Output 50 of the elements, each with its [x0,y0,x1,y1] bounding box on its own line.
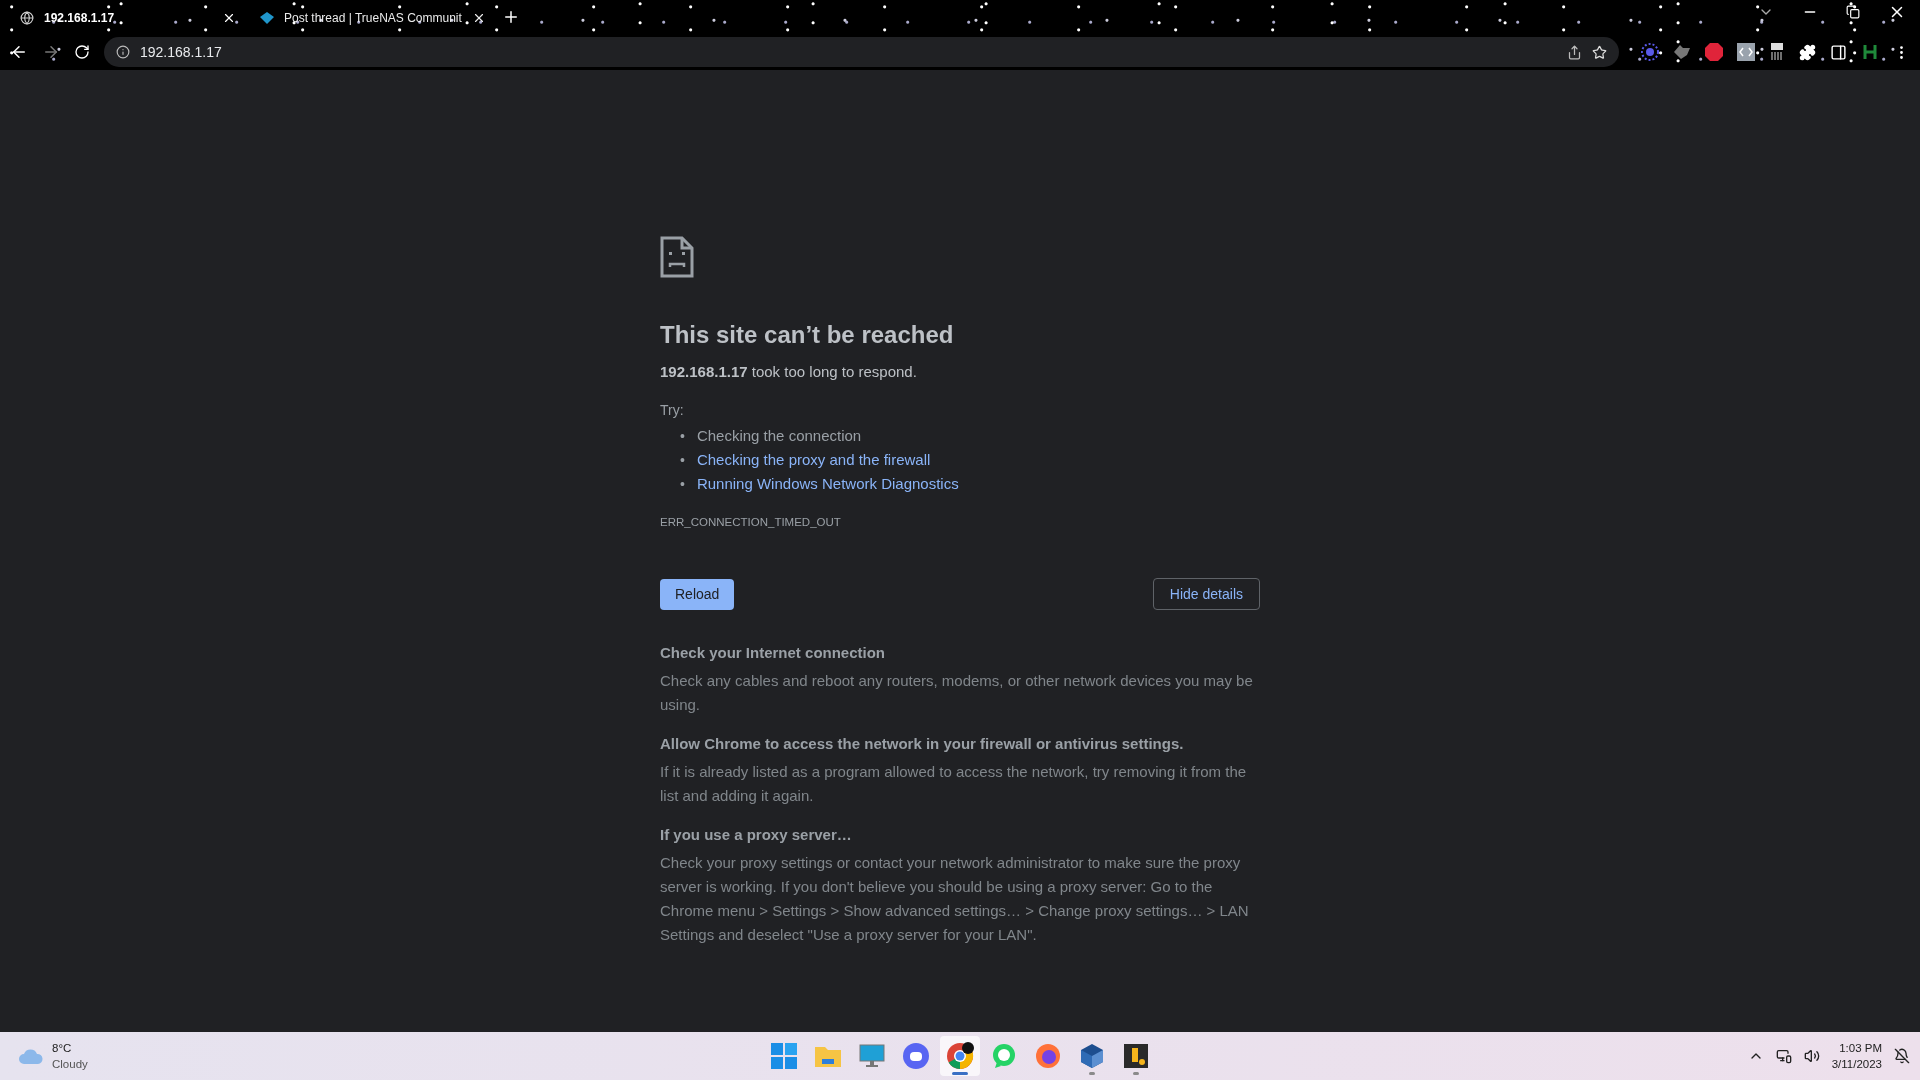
share-icon[interactable] [1567,44,1582,60]
details-heading: Allow Chrome to access the network in your firewall or antivirus settings. [660,735,1185,752]
reload-button[interactable]: Reload [660,578,735,610]
error-message: 192.168.1.17 took too long to respond. [660,363,918,380]
browser-tab[interactable]: Post thread | TrueNAS Communit [248,4,498,34]
hide-details-button[interactable]: Hide details [1152,578,1260,610]
forward-icon[interactable] [42,43,60,61]
diamond-logo-icon [260,12,274,24]
octagon-icon[interactable] [1705,43,1723,61]
restore-icon[interactable] [1846,5,1860,19]
wolf-head-icon[interactable] [1673,44,1691,60]
reload-icon[interactable] [74,44,90,60]
chrome-icon[interactable] [940,1036,980,1076]
address-bar[interactable]: 192.168.1.17 [104,37,1619,67]
sad-page-icon [660,236,694,278]
bullet: • [680,451,685,470]
suggestion-link[interactable]: Checking the proxy and the firewall [696,448,931,472]
tab-title: Post thread | TrueNAS Communit [284,11,462,25]
bullet: • [680,475,685,494]
letter-h-icon[interactable] [1861,44,1879,60]
info-icon [116,45,130,59]
network-icon[interactable] [1775,1048,1792,1064]
try-label: Try: [660,402,685,418]
cloud-icon [18,1047,44,1065]
close-tab-icon[interactable] [222,11,236,25]
side-panel-icon[interactable] [1830,43,1847,61]
shredder-icon[interactable] [1769,43,1785,61]
tab-title: 192.168.1.17 [44,11,116,25]
notification-bell-icon[interactable] [1894,1048,1910,1064]
extensions-icon[interactable] [1799,43,1816,61]
suggestion-text: Checking the connection [696,426,862,446]
details-heading: Check your Internet connection [660,644,887,661]
error-code: ERR_CONNECTION_TIMED_OUT [660,516,842,528]
browser-tab[interactable]: 192.168.1.17 [8,4,248,34]
clock[interactable]: 1:03 PM 3/11/2023 [1831,1040,1882,1072]
sunburst-icon[interactable] [1641,43,1659,61]
details-text: Check your proxy settings or contact your network administrator to make sure the proxy server is working. If you don't believe you should be using a proxy server: Go to the Chrome menu > Settings > Show advanced settings… > Change proxy settings… > LAN Settings and deselect "Use a proxy server for your LAN". [660,853,1250,945]
details-text: Check any cables and reboot any routers, modems, or other network devices you may be using. [660,671,1254,715]
details-heading: If you use a proxy server… [660,826,853,843]
details-text: If it is already listed as a program allowed to access the network, try removing it from the list and adding it again. [660,762,1248,806]
weather-condition: Cloudy [52,1057,88,1072]
temperature-text: 8°C [52,1041,73,1056]
globe-icon [20,11,34,25]
back-icon[interactable] [10,43,28,61]
url-text: 192.168.1.17 [140,44,222,60]
star-icon[interactable] [1592,44,1607,60]
suggestion-link[interactable]: Running Windows Network Diagnostics [696,472,959,496]
bullet: • [680,427,685,446]
volume-icon[interactable] [1803,1048,1820,1064]
error-title: This site can’t be reached [660,321,955,349]
